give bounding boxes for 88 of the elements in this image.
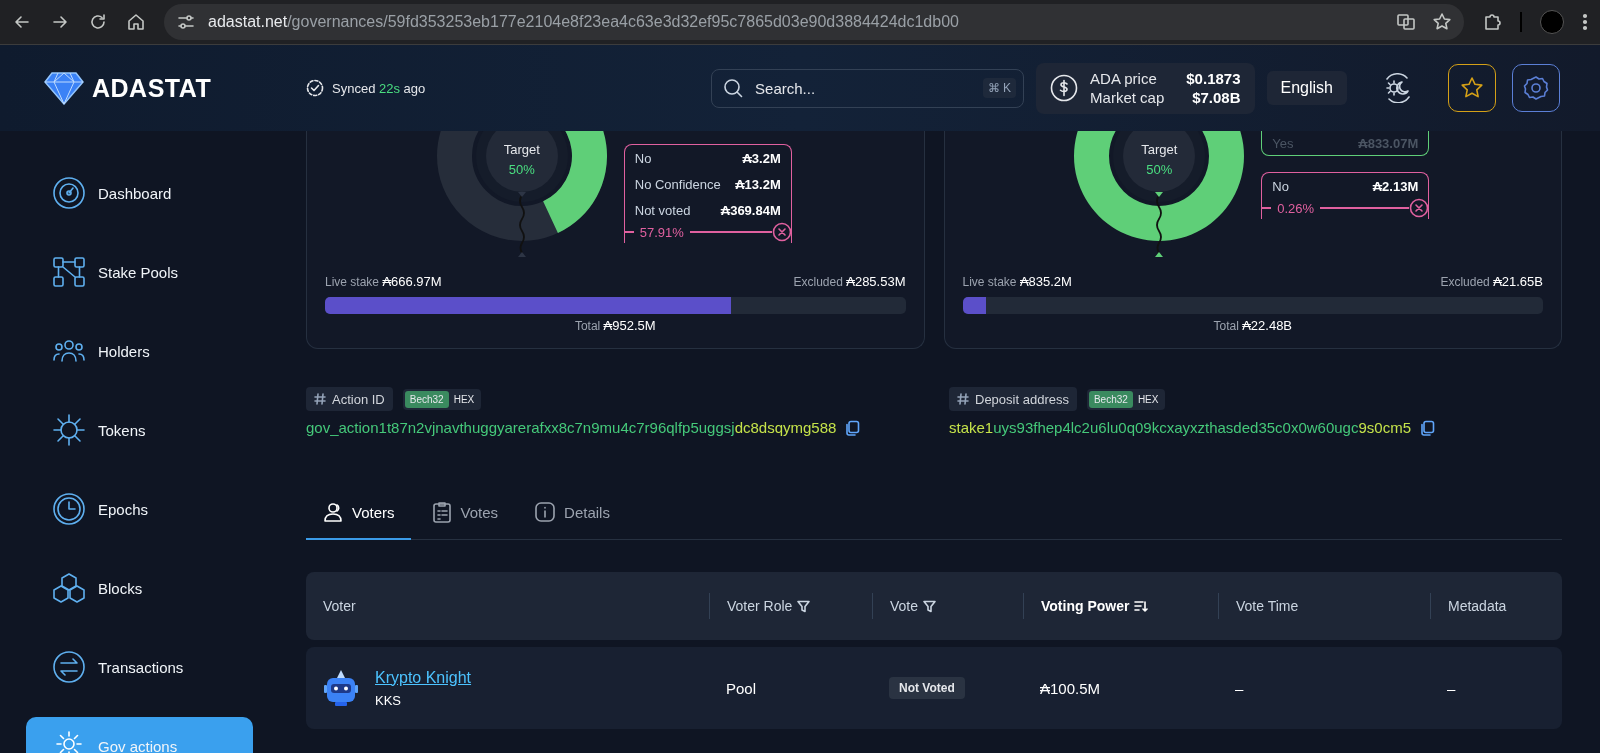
tab[interactable]: Details (518, 486, 626, 540)
home-icon (126, 12, 146, 32)
id-label: Action ID (306, 387, 393, 411)
voter-link[interactable]: Krypto Knight (375, 668, 472, 687)
profile-avatar[interactable] (1540, 10, 1564, 34)
info-icon (534, 501, 557, 523)
reload-icon (88, 12, 108, 32)
column-header[interactable]: Vote (890, 598, 919, 614)
price-value: $0.1873 (1186, 69, 1241, 88)
total-stake: Total ₳952.5M (574, 319, 656, 333)
diamond-icon (44, 71, 84, 105)
language-button[interactable]: English (1266, 71, 1347, 105)
column-header[interactable]: Metadata (1448, 598, 1507, 614)
clock-icon (52, 492, 86, 526)
copy-icon (1419, 419, 1435, 436)
live-stake: Live stake ₳666.97M (325, 273, 442, 289)
arrows-icon (52, 650, 86, 684)
sidebar-item[interactable]: Blocks (26, 559, 253, 617)
people-icon (322, 501, 344, 523)
id-label: Deposit address (949, 387, 1077, 411)
vote-badge: Not Voted (889, 677, 965, 699)
star-icon (1432, 12, 1452, 32)
tune-icon (176, 12, 196, 32)
price-value: $7.08B (1191, 88, 1241, 107)
copy-icon (844, 419, 861, 436)
sidebar-item[interactable]: Dashboard (26, 164, 253, 222)
format-option[interactable]: HEX (448, 390, 480, 408)
format-option[interactable]: Bech32 (404, 390, 449, 408)
price-label: Market cap (1090, 88, 1165, 107)
legend-row-text: No ₳2.13M (1272, 177, 1419, 196)
sync-status: Synced 22s ago (332, 80, 426, 96)
hash-icon (957, 393, 969, 405)
vote-percent: 0.26% (1276, 200, 1316, 216)
star-icon (1460, 76, 1484, 100)
column-header[interactable]: Vote Time (1236, 598, 1299, 614)
cubes-icon (52, 571, 86, 605)
column-header[interactable]: Voter (323, 598, 356, 614)
gauge-icon (52, 176, 86, 210)
network-icon (52, 255, 86, 289)
theme-toggle-icon (1383, 73, 1413, 103)
excluded-stake: Excluded ₳285.53M (793, 273, 906, 289)
search-icon (723, 77, 744, 98)
column-header[interactable]: Voter Role (727, 598, 793, 614)
puzzle-icon (1482, 12, 1502, 32)
sidebar-item[interactable]: Holders (26, 322, 253, 380)
filter-icon (923, 599, 937, 613)
excluded-stake: Excluded ₳21.65B (1440, 273, 1543, 289)
sidebar-item[interactable]: Stake Pools (26, 243, 253, 301)
format-option[interactable]: Bech32 (1088, 390, 1133, 408)
shortcut-hint: ⌘ K (982, 77, 1017, 98)
live-stake: Live stake ₳835.2M (962, 273, 1072, 289)
synced-check-icon (306, 79, 324, 97)
table-cell: Pool (726, 679, 757, 697)
legend-row-text: No Confidence ₳13.2M (634, 175, 781, 194)
logo[interactable]: ADASTAT (44, 71, 306, 105)
dollar-circle-icon (1050, 74, 1079, 102)
vote-percent: 57.91% (638, 224, 685, 240)
favorites-button[interactable] (1448, 64, 1496, 112)
filter-icon (797, 599, 811, 613)
voter-ticker: KKS (375, 692, 402, 708)
legend-row-text: Not voted ₳369.84M (634, 201, 781, 220)
table-cell: ₳100.5M (1040, 679, 1101, 697)
column-header[interactable]: Voting Power (1041, 598, 1130, 614)
id-value: stake1uys93fhep4lc2u6lu0q09kcxayxzthasded35c0x0w60ugc9s0cm5 (949, 419, 1411, 436)
tab[interactable]: Votes (414, 486, 515, 540)
menu-dots-icon (1582, 12, 1588, 32)
sidebar-item[interactable]: Epochs (26, 480, 253, 538)
format-option[interactable]: HEX (1132, 390, 1164, 408)
target-label: Target 50% (1140, 141, 1179, 179)
total-stake: Total ₳22.48B (1213, 319, 1293, 333)
translate-icon (1396, 12, 1416, 32)
robot-avatar-icon (323, 669, 359, 707)
tab[interactable]: Voters (306, 486, 411, 540)
table-cell: – (1235, 679, 1244, 697)
legend-row-text: Yes ₳833.07M (1272, 134, 1419, 153)
table-cell: – (1447, 679, 1456, 697)
sort-icon (1134, 599, 1149, 613)
settings-icon (1523, 75, 1549, 101)
price-label: ADA price (1090, 69, 1158, 88)
sidebar-item[interactable]: Tokens (26, 401, 253, 459)
sidebar-item[interactable]: Transactions (26, 638, 253, 696)
target-label: Target 50% (502, 141, 541, 179)
legend-row-text: No ₳3.2M (634, 149, 781, 168)
hash-icon (314, 393, 326, 405)
clipboard-icon (430, 501, 453, 523)
address-bar[interactable]: adastat.net/governances/59fd353253eb177e2104e8f23ea4c63e3d32ef95c7865d03e90d3884424dc1db00 (164, 4, 1464, 40)
settings-button[interactable] (1512, 64, 1560, 112)
id-value: gov_action1t87n2vjnavthuggyarerafxx8c7n9mu4c7r96qlfp5uggsjdc8dsqymg588 (306, 419, 837, 436)
